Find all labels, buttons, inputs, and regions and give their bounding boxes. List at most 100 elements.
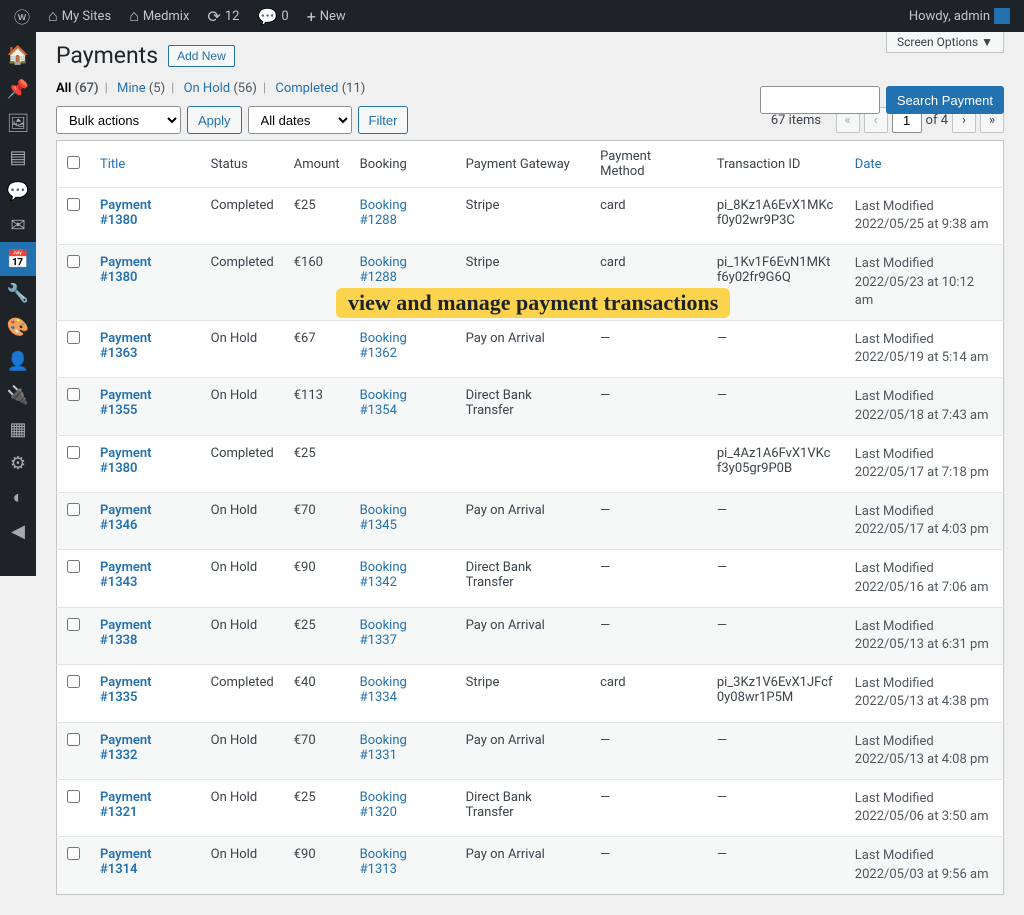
payment-link[interactable]: Payment #1380 bbox=[100, 255, 152, 285]
date-cell: Last Modified2022/05/23 at 10:12 am bbox=[845, 245, 1004, 321]
table-row: Payment #1380Completed€25Booking #1288St… bbox=[57, 188, 1004, 245]
menu-plugin-3[interactable]: ◐ bbox=[0, 480, 36, 514]
search-input[interactable] bbox=[760, 86, 880, 114]
gateway-cell: Pay on Arrival bbox=[456, 837, 590, 894]
payments-table: Title Status Amount Booking Payment Gate… bbox=[56, 140, 1004, 895]
row-checkbox[interactable] bbox=[67, 618, 80, 631]
method-cell: — bbox=[590, 837, 707, 894]
menu-pages[interactable]: ▤ bbox=[0, 140, 36, 174]
row-checkbox[interactable] bbox=[67, 503, 80, 516]
date-filter-select[interactable]: All dates bbox=[248, 106, 352, 134]
col-booking: Booking bbox=[350, 141, 456, 188]
menu-plugin-2[interactable]: ▦ bbox=[0, 412, 36, 446]
amount-cell: €25 bbox=[284, 779, 350, 836]
row-checkbox[interactable] bbox=[67, 560, 80, 573]
menu-tools[interactable]: 🔧 bbox=[0, 276, 36, 310]
wp-logo[interactable]: ⓦ bbox=[8, 4, 36, 28]
amount-cell: €67 bbox=[284, 320, 350, 377]
payment-link[interactable]: Payment #1335 bbox=[100, 675, 152, 705]
booking-link[interactable]: Booking #1337 bbox=[360, 618, 407, 648]
menu-collapse[interactable]: ◀ bbox=[0, 514, 36, 548]
payment-link[interactable]: Payment #1314 bbox=[100, 847, 152, 877]
howdy-link[interactable]: Howdy, admin bbox=[903, 8, 1016, 24]
menu-settings[interactable]: ⚙ bbox=[0, 446, 36, 480]
row-checkbox[interactable] bbox=[67, 388, 80, 401]
payment-link[interactable]: Payment #1380 bbox=[100, 446, 152, 476]
view-all[interactable]: All (67) bbox=[56, 81, 99, 96]
row-checkbox[interactable] bbox=[67, 446, 80, 459]
date-cell: Last Modified2022/05/17 at 7:18 pm bbox=[845, 435, 1004, 492]
payment-link[interactable]: Payment #1380 bbox=[100, 198, 152, 228]
booking-link[interactable]: Booking #1362 bbox=[360, 331, 407, 361]
row-checkbox[interactable] bbox=[67, 255, 80, 268]
table-row: Payment #1338On Hold€25Booking #1337Pay … bbox=[57, 607, 1004, 664]
row-checkbox[interactable] bbox=[67, 847, 80, 860]
table-row: Payment #1380Completed€25pi_4Az1A6FvX1VK… bbox=[57, 435, 1004, 492]
col-status: Status bbox=[201, 141, 284, 188]
date-cell: Last Modified2022/05/13 at 4:38 pm bbox=[845, 665, 1004, 722]
txn-cell: — bbox=[707, 493, 845, 550]
col-title[interactable]: Title bbox=[100, 157, 125, 172]
menu-comments[interactable]: 💬 bbox=[0, 174, 36, 208]
menu-payments[interactable]: 📅 bbox=[0, 242, 36, 276]
col-date[interactable]: Date bbox=[855, 157, 882, 172]
amount-cell: €40 bbox=[284, 665, 350, 722]
date-cell: Last Modified2022/05/16 at 7:06 am bbox=[845, 550, 1004, 607]
row-checkbox[interactable] bbox=[67, 790, 80, 803]
add-new-button[interactable]: Add New bbox=[168, 45, 235, 67]
new-content-link[interactable]: +New bbox=[301, 7, 352, 26]
menu-plugins[interactable]: 🔌 bbox=[0, 378, 36, 412]
booking-link[interactable]: Booking #1342 bbox=[360, 560, 407, 590]
booking-link[interactable]: Booking #1320 bbox=[360, 790, 407, 820]
row-checkbox[interactable] bbox=[67, 331, 80, 344]
menu-posts[interactable]: 📌 bbox=[0, 72, 36, 106]
updates-link[interactable]: ⟳12 bbox=[201, 7, 245, 26]
menu-users[interactable]: 👤 bbox=[0, 344, 36, 378]
gateway-cell: Pay on Arrival bbox=[456, 722, 590, 779]
row-checkbox[interactable] bbox=[67, 675, 80, 688]
status-cell: On Hold bbox=[201, 722, 284, 779]
screen-options-toggle[interactable]: Screen Options ▼ bbox=[886, 32, 1004, 53]
booking-link[interactable]: Booking #1313 bbox=[360, 847, 407, 877]
payment-link[interactable]: Payment #1332 bbox=[100, 733, 152, 763]
payment-link[interactable]: Payment #1321 bbox=[100, 790, 152, 820]
amount-cell: €90 bbox=[284, 550, 350, 607]
method-cell: — bbox=[590, 607, 707, 664]
view-completed[interactable]: Completed (11) bbox=[275, 81, 365, 96]
payment-link[interactable]: Payment #1355 bbox=[100, 388, 152, 418]
payment-link[interactable]: Payment #1346 bbox=[100, 503, 152, 533]
admin-toolbar: ⓦ ⌂My Sites ⌂Medmix ⟳12 💬0 +New Howdy, a… bbox=[0, 0, 1024, 32]
booking-link[interactable]: Booking #1334 bbox=[360, 675, 407, 705]
payment-link[interactable]: Payment #1363 bbox=[100, 331, 152, 361]
my-sites-link[interactable]: ⌂My Sites bbox=[42, 6, 117, 26]
status-cell: Completed bbox=[201, 245, 284, 321]
booking-link[interactable]: Booking #1331 bbox=[360, 733, 407, 763]
row-checkbox[interactable] bbox=[67, 733, 80, 746]
view-onhold[interactable]: On Hold (56) bbox=[184, 81, 257, 96]
table-row: Payment #1335Completed€40Booking #1334St… bbox=[57, 665, 1004, 722]
payment-link[interactable]: Payment #1338 bbox=[100, 618, 152, 648]
date-cell: Last Modified2022/05/19 at 5:14 am bbox=[845, 320, 1004, 377]
booking-link[interactable]: Booking #1288 bbox=[360, 255, 407, 285]
select-all-checkbox[interactable] bbox=[67, 156, 80, 169]
menu-media[interactable]: 🖼 bbox=[0, 106, 36, 140]
payment-link[interactable]: Payment #1343 bbox=[100, 560, 152, 590]
menu-plugin-1[interactable]: ✉ bbox=[0, 208, 36, 242]
menu-dashboard[interactable]: 🏠 bbox=[0, 38, 36, 72]
comments-link[interactable]: 💬0 bbox=[251, 7, 294, 26]
row-checkbox[interactable] bbox=[67, 198, 80, 211]
filter-button[interactable]: Filter bbox=[358, 106, 409, 134]
date-cell: Last Modified2022/05/25 at 9:38 am bbox=[845, 188, 1004, 245]
booking-link[interactable]: Booking #1354 bbox=[360, 388, 407, 418]
view-mine[interactable]: Mine (5) bbox=[117, 81, 165, 96]
txn-cell: — bbox=[707, 378, 845, 435]
menu-appearance[interactable]: 🎨 bbox=[0, 310, 36, 344]
site-name-link[interactable]: ⌂Medmix bbox=[123, 6, 195, 26]
booking-link[interactable]: Booking #1288 bbox=[360, 198, 407, 228]
apply-button[interactable]: Apply bbox=[187, 106, 242, 134]
booking-link[interactable]: Booking #1345 bbox=[360, 503, 407, 533]
date-cell: Last Modified2022/05/13 at 4:08 pm bbox=[845, 722, 1004, 779]
bulk-actions-select[interactable]: Bulk actions bbox=[56, 106, 181, 134]
col-method: Payment Method bbox=[590, 141, 707, 188]
search-button[interactable]: Search Payment bbox=[886, 86, 1004, 114]
